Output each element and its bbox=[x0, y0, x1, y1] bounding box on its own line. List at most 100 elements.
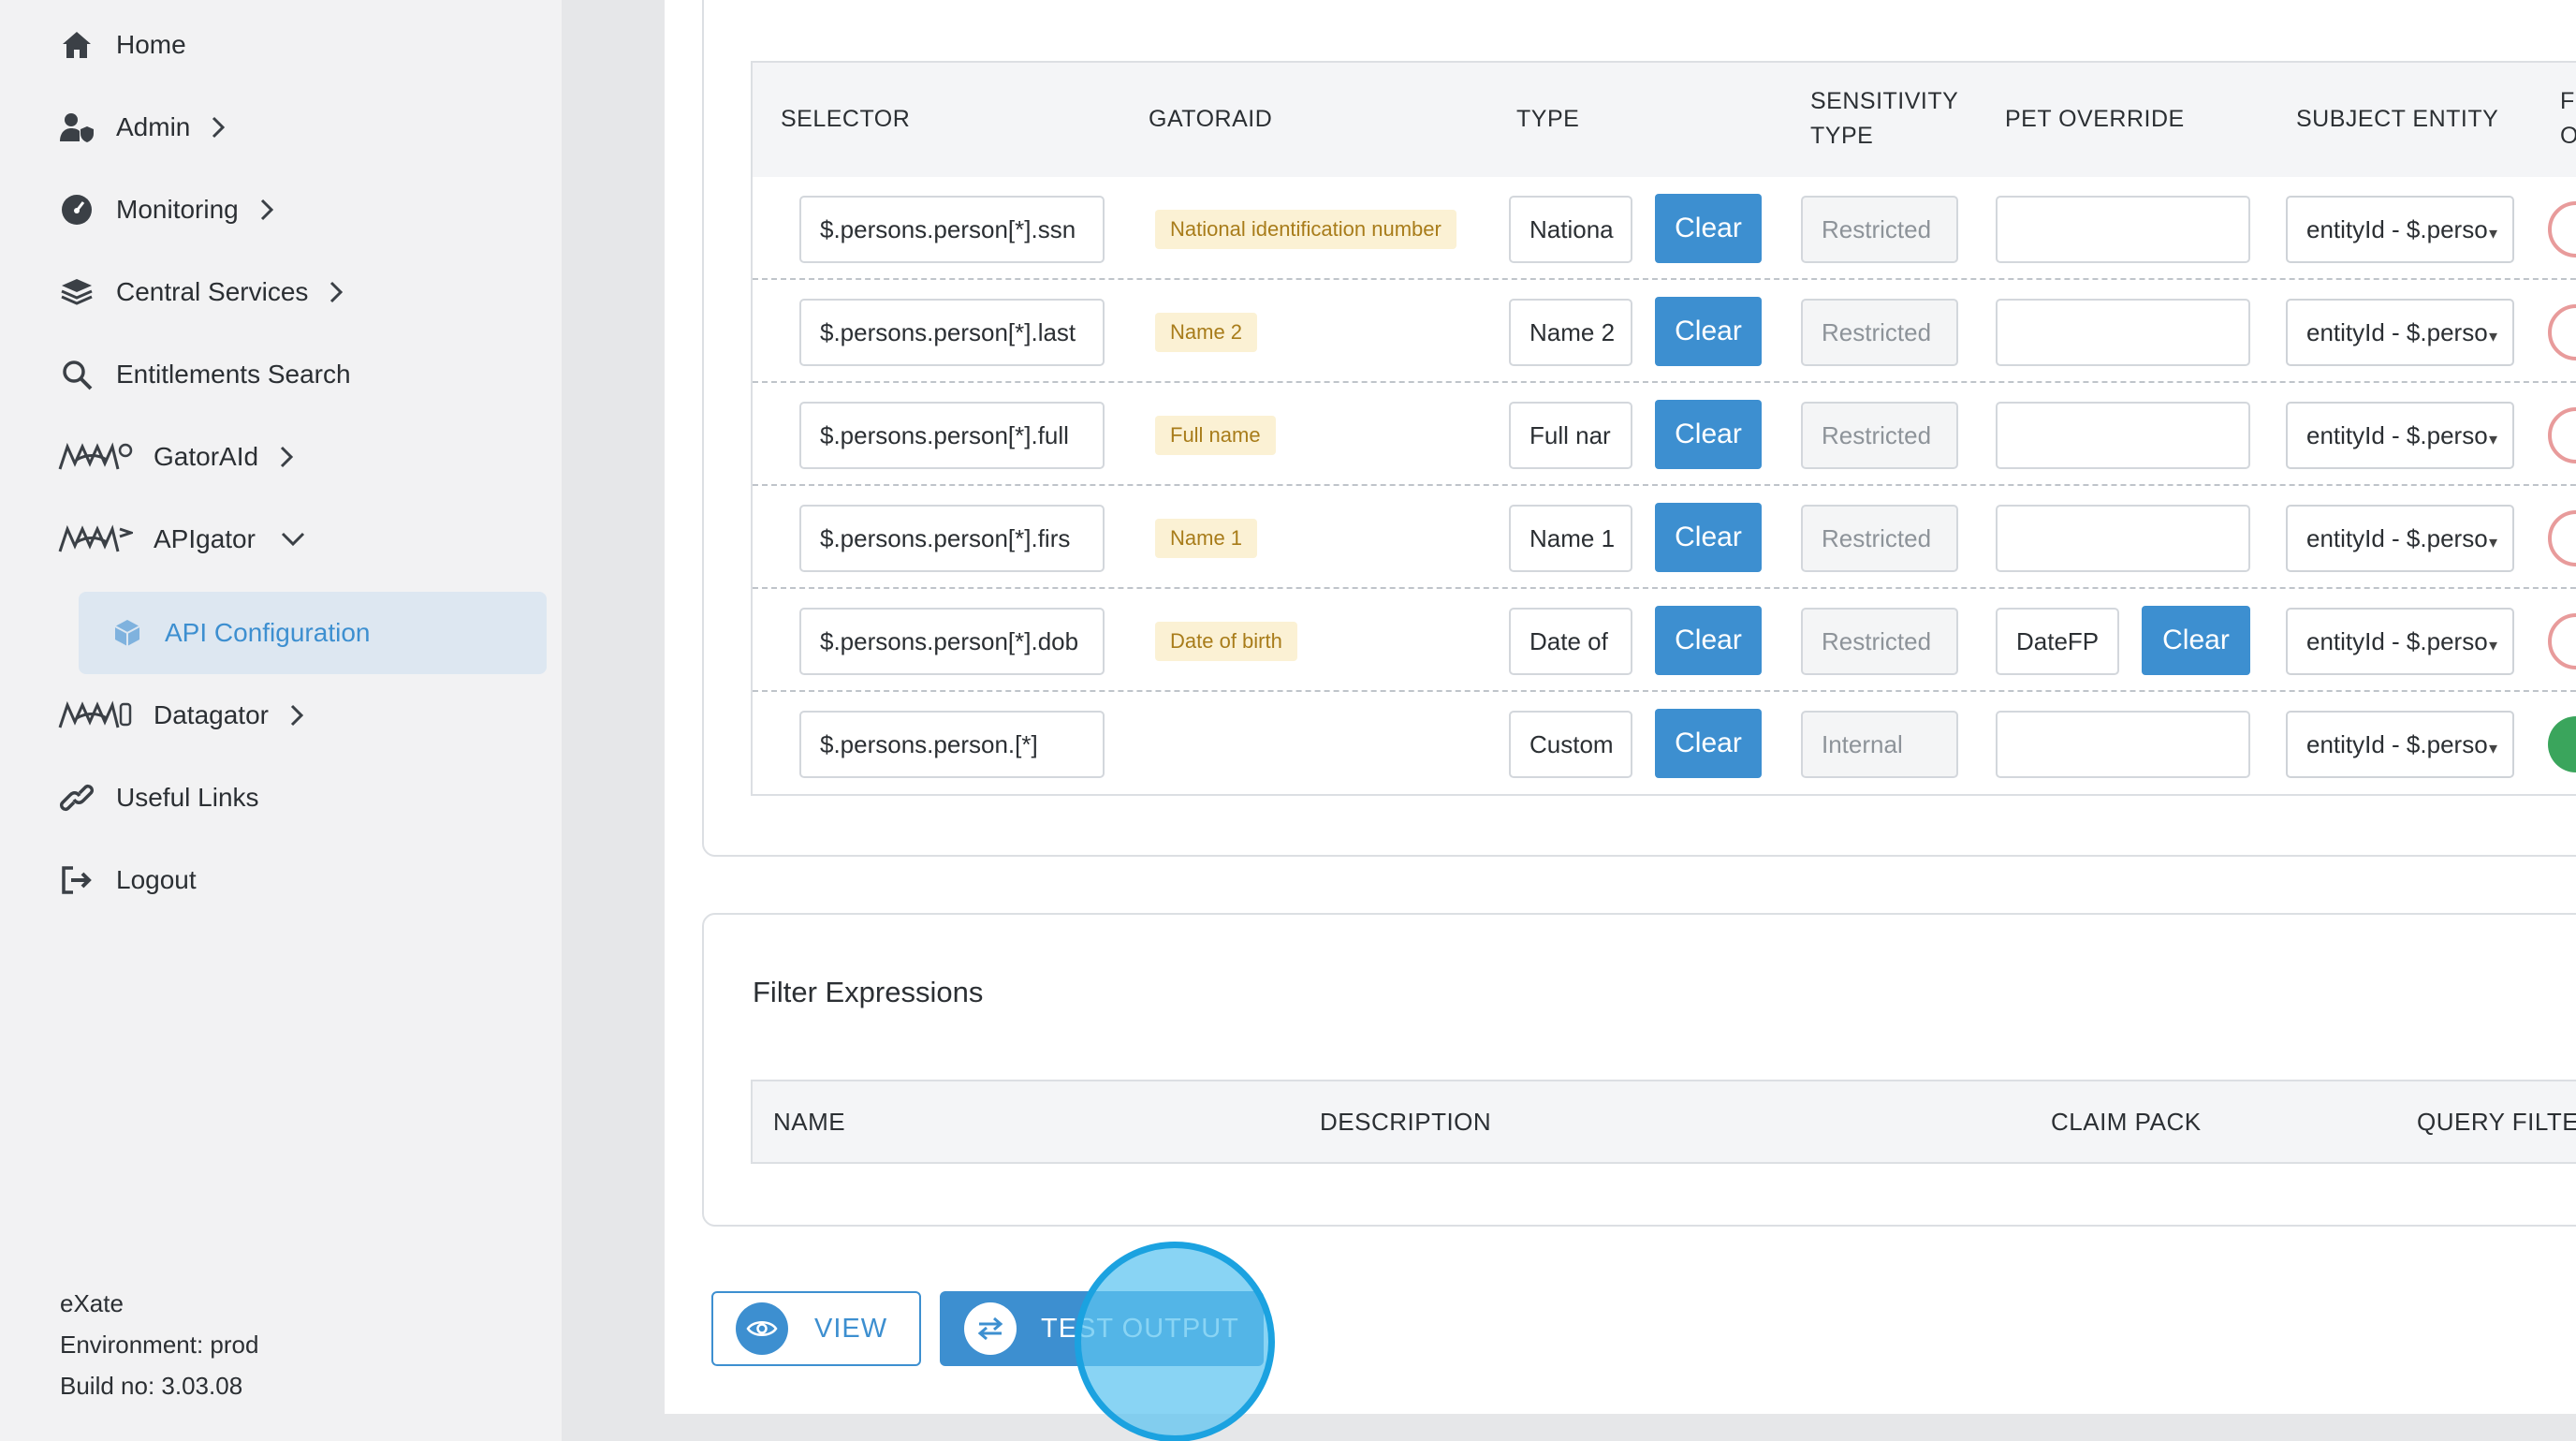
type-input[interactable]: Nationa bbox=[1509, 196, 1632, 263]
sidebar-subitem-label: API Configuration bbox=[165, 618, 371, 647]
table-row: $.persons.person[*].ssn National identif… bbox=[753, 177, 2576, 280]
pet-override-input[interactable] bbox=[1996, 402, 2250, 469]
chevron-right-icon bbox=[211, 114, 237, 140]
status-toggle-off[interactable] bbox=[2548, 201, 2576, 257]
subject-entity-select[interactable]: entityId - $.perso ▾ bbox=[2286, 505, 2514, 572]
subject-entity-select[interactable]: entityId - $.perso ▾ bbox=[2286, 711, 2514, 778]
table-row: $.persons.person[*].dob Date of birth Da… bbox=[753, 589, 2576, 692]
chevron-down-icon bbox=[280, 526, 306, 552]
type-input[interactable]: Full nar bbox=[1509, 402, 1632, 469]
sidebar-item-logout[interactable]: Logout bbox=[56, 852, 197, 908]
selector-input[interactable]: $.persons.person[*].dob bbox=[799, 608, 1105, 675]
sensitivity-field: Restricted bbox=[1801, 299, 1958, 366]
chevron-down-icon: ▾ bbox=[2488, 430, 2497, 448]
header-truncated: FI O bbox=[2560, 88, 2576, 149]
type-input[interactable]: Custom bbox=[1509, 711, 1632, 778]
sidebar-item-label: Admin bbox=[116, 112, 191, 141]
sidebar-item-label: Entitlements Search bbox=[116, 360, 351, 389]
sidebar-item-label: GatorAId bbox=[154, 442, 259, 471]
filter-expressions-card bbox=[702, 913, 2576, 1227]
search-icon bbox=[56, 354, 97, 395]
chevron-down-icon: ▾ bbox=[2488, 533, 2497, 551]
header-sensitivity-type: SENSITIVITY TYPE bbox=[1810, 88, 1959, 149]
clear-type-button[interactable]: Clear bbox=[1655, 606, 1762, 675]
sensitivity-field: Restricted bbox=[1801, 402, 1958, 469]
sidebar-item-label: Central Services bbox=[116, 277, 309, 306]
sidebar-item-datagator[interactable]: Datagator bbox=[56, 687, 315, 743]
view-button[interactable]: VIEW bbox=[711, 1291, 921, 1366]
pet-override-input[interactable] bbox=[1996, 196, 2250, 263]
sidebar-item-home[interactable]: Home bbox=[56, 17, 186, 73]
status-toggle-off[interactable] bbox=[2548, 510, 2576, 566]
header-name: NAME bbox=[773, 1108, 846, 1136]
clear-type-button[interactable]: Clear bbox=[1655, 709, 1762, 778]
chevron-right-icon bbox=[329, 279, 355, 305]
sensitivity-field: Restricted bbox=[1801, 196, 1958, 263]
status-toggle-on[interactable] bbox=[2548, 716, 2576, 772]
sidebar-item-central-services[interactable]: Central Services bbox=[56, 264, 355, 320]
table-row: $.persons.person.[*] Custom Clear Intern… bbox=[753, 692, 2576, 794]
gator-icon bbox=[56, 519, 135, 560]
chevron-down-icon: ▾ bbox=[2488, 327, 2497, 346]
selectors-table-header: SELECTOR GATORAID TYPE SENSITIVITY TYPE … bbox=[753, 63, 2576, 177]
build-number: Build no: 3.03.08 bbox=[60, 1372, 243, 1400]
main-content: SELECTOR GATORAID TYPE SENSITIVITY TYPE … bbox=[665, 0, 2576, 1414]
clear-type-button[interactable]: Clear bbox=[1655, 400, 1762, 469]
pet-override-input[interactable] bbox=[1996, 711, 2250, 778]
home-icon bbox=[56, 24, 97, 66]
swap-arrows-icon bbox=[964, 1302, 1017, 1355]
selector-input[interactable]: $.persons.person.[*] bbox=[799, 711, 1105, 778]
sidebar-footer: eXate Environment: prod Build no: 3.03.0… bbox=[60, 1283, 258, 1406]
selector-input[interactable]: $.persons.person[*].full bbox=[799, 402, 1105, 469]
table-row: $.persons.person[*].last Name 2 Name 2 C… bbox=[753, 280, 2576, 383]
sensitivity-field: Restricted bbox=[1801, 505, 1958, 572]
selector-input[interactable]: $.persons.person[*].last bbox=[799, 299, 1105, 366]
sidebar-item-gatoraid[interactable]: GatorAId bbox=[56, 429, 305, 485]
sidebar-item-admin[interactable]: Admin bbox=[56, 99, 237, 155]
header-claim-pack: CLAIM PACK bbox=[2051, 1108, 2202, 1136]
clear-type-button[interactable]: Clear bbox=[1655, 297, 1762, 366]
chevron-down-icon: ▾ bbox=[2488, 224, 2497, 243]
layers-icon bbox=[56, 272, 97, 313]
environment-label: Environment: prod bbox=[60, 1331, 259, 1359]
type-input[interactable]: Date of bbox=[1509, 608, 1632, 675]
sidebar-item-label: Home bbox=[116, 30, 186, 59]
sidebar-item-label: Monitoring bbox=[116, 195, 239, 224]
sensitivity-field: Internal bbox=[1801, 711, 1958, 778]
header-query-filter: QUERY FILTER bbox=[2417, 1108, 2576, 1136]
sidebar-item-monitoring[interactable]: Monitoring bbox=[56, 182, 285, 238]
sidebar-item-entitlements-search[interactable]: Entitlements Search bbox=[56, 346, 351, 403]
sidebar-item-label: Logout bbox=[116, 865, 197, 894]
pet-override-input[interactable] bbox=[1996, 299, 2250, 366]
gatoraid-tag: Name 2 bbox=[1155, 313, 1258, 352]
header-selector: SELECTOR bbox=[781, 106, 911, 132]
eye-icon bbox=[736, 1302, 788, 1355]
gatoraid-tag: Name 1 bbox=[1155, 519, 1258, 558]
pet-override-input[interactable] bbox=[1996, 505, 2250, 572]
clear-pet-override-button[interactable]: Clear bbox=[2142, 606, 2250, 675]
status-toggle-off[interactable] bbox=[2548, 613, 2576, 669]
status-toggle-off[interactable] bbox=[2548, 407, 2576, 463]
type-input[interactable]: Name 2 bbox=[1509, 299, 1632, 366]
sidebar-item-useful-links[interactable]: Useful Links bbox=[56, 770, 259, 826]
company-name: eXate bbox=[60, 1289, 124, 1317]
status-toggle-off[interactable] bbox=[2548, 304, 2576, 360]
header-gatoraid: GATORAID bbox=[1149, 106, 1273, 132]
selector-input[interactable]: $.persons.person[*].ssn bbox=[799, 196, 1105, 263]
filter-expressions-title: Filter Expressions bbox=[753, 976, 984, 1008]
chevron-right-icon bbox=[289, 702, 315, 728]
type-input[interactable]: Name 1 bbox=[1509, 505, 1632, 572]
subject-entity-select[interactable]: entityId - $.perso ▾ bbox=[2286, 608, 2514, 675]
clear-type-button[interactable]: Clear bbox=[1655, 503, 1762, 572]
selector-input[interactable]: $.persons.person[*].firs bbox=[799, 505, 1105, 572]
pet-override-input[interactable]: DateFP bbox=[1996, 608, 2119, 675]
sidebar-subitem-api-configuration[interactable]: API Configuration bbox=[79, 592, 547, 674]
sidebar: Home Admin Monitoring Central Services E… bbox=[0, 0, 562, 1441]
chevron-right-icon bbox=[279, 444, 305, 470]
subject-entity-select[interactable]: entityId - $.perso ▾ bbox=[2286, 402, 2514, 469]
sidebar-item-apigator[interactable]: APIgator bbox=[56, 511, 306, 567]
chevron-down-icon: ▾ bbox=[2488, 739, 2497, 757]
subject-entity-select[interactable]: entityId - $.perso ▾ bbox=[2286, 196, 2514, 263]
clear-type-button[interactable]: Clear bbox=[1655, 194, 1762, 263]
subject-entity-select[interactable]: entityId - $.perso ▾ bbox=[2286, 299, 2514, 366]
